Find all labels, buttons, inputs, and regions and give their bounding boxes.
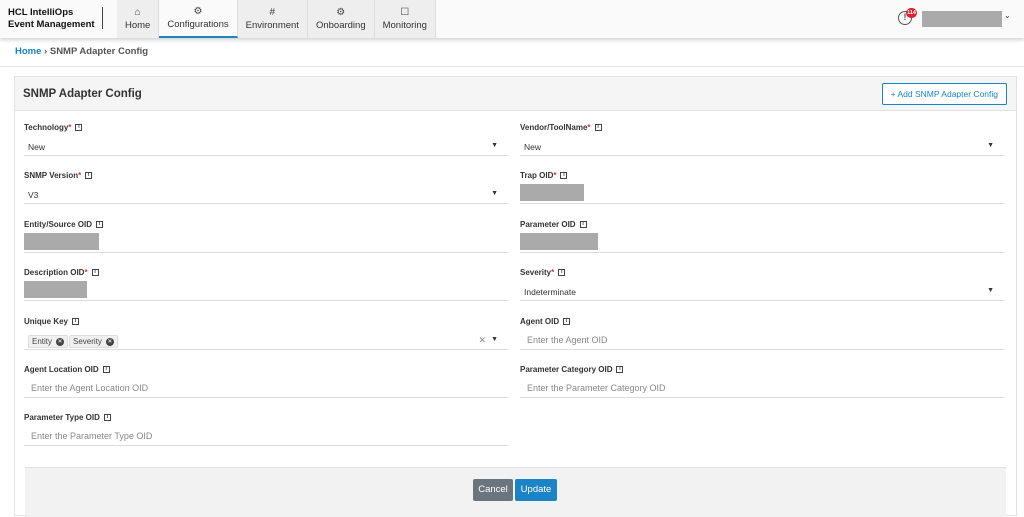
cancel-button[interactable]: Cancel (473, 479, 513, 501)
info-icon[interactable]: i (91, 269, 99, 276)
caret-down-icon: ▼ (987, 287, 994, 294)
info-icon[interactable]: i (616, 366, 624, 373)
nav-configurations[interactable]: ⚙ Configurations (159, 0, 238, 38)
agent-oid-input[interactable]: Enter the Agent OID (520, 332, 1004, 350)
caret-down-icon[interactable]: ▼ (491, 336, 498, 343)
breadcrumb-home[interactable]: Home (15, 46, 41, 57)
unique-key-field: Unique Key i Entity ✕ Severity ✕ ✕ ▼ (24, 317, 508, 357)
parameter-oid-input[interactable] (520, 233, 1004, 253)
form-footer: Cancel Update (25, 467, 1006, 517)
caret-down-icon: ▼ (491, 190, 498, 197)
parameter-category-oid-input[interactable]: Enter the Parameter Category OID (520, 380, 1004, 398)
info-icon[interactable]: i (560, 172, 568, 179)
info-icon[interactable]: i (103, 414, 111, 421)
info-icon[interactable]: i (102, 366, 110, 373)
trap-oid-input[interactable] (520, 184, 1004, 204)
vendor-field: Vendor/ToolName * i New ▼ (520, 123, 1004, 163)
page-title: SNMP Adapter Config (23, 88, 142, 100)
nav-monitoring[interactable]: ☐ Monitoring (374, 0, 436, 38)
caret-down-icon: ▼ (987, 142, 994, 149)
snmp-version-field: SNMP Version * i V3 ▼ (24, 171, 508, 211)
redacted-value (24, 233, 99, 250)
brand: HCL IntelliOps Event Management (8, 7, 95, 30)
agent-location-oid-input[interactable]: Enter the Agent Location OID (24, 380, 508, 398)
info-icon[interactable]: i (85, 172, 93, 179)
info-icon[interactable]: i (72, 318, 80, 325)
notification-badge: 114 (906, 8, 917, 18)
severity-field: Severity * i Indeterminate ▼ (520, 268, 1004, 308)
divider (0, 66, 1024, 67)
severity-select[interactable]: Indeterminate ▼ (520, 283, 1004, 301)
clear-icon[interactable]: ✕ (478, 335, 486, 346)
home-icon: ⌂ (134, 7, 141, 18)
snmp-version-select[interactable]: V3 ▼ (24, 186, 508, 204)
nav-home[interactable]: ⌂ Home (117, 0, 160, 38)
caret-down-icon: ▼ (491, 142, 498, 149)
environment-icon: # (269, 7, 276, 18)
entity-oid-field: Entity/Source OID i (24, 220, 508, 260)
config-card: SNMP Adapter Config + Add SNMP Adapter C… (14, 76, 1017, 517)
nav-onboarding[interactable]: ⚙ Onboarding (307, 0, 375, 38)
info-icon[interactable]: i (96, 221, 104, 228)
main-nav: ⌂ Home ⚙ Configurations # Environment ⚙ Onbo… (117, 0, 436, 38)
card-header: SNMP Adapter Config + Add SNMP Adapter C… (15, 77, 1016, 111)
info-icon[interactable]: i (594, 124, 602, 131)
top-bar: HCL IntelliOps Event Management ⌂ Home ⚙ Co… (0, 0, 1024, 38)
description-oid-input[interactable] (24, 281, 508, 301)
user-menu[interactable] (922, 11, 1002, 27)
unique-key-multiselect[interactable]: Entity ✕ Severity ✕ ✕ ▼ (24, 332, 508, 350)
monitoring-icon: ☐ (400, 7, 410, 18)
agent-oid-field: Agent OID i Enter the Agent OID (520, 317, 1004, 357)
configurations-icon: ⚙ (193, 6, 203, 17)
update-button[interactable]: Update (515, 479, 557, 501)
info-icon[interactable]: i (579, 221, 587, 228)
chip-severity: Severity ✕ (69, 335, 118, 348)
technology-select[interactable]: New ▼ (24, 138, 508, 156)
agent-location-oid-field: Agent Location OID i Enter the Agent Loca… (24, 365, 508, 405)
redacted-value (520, 233, 598, 250)
parameter-category-oid-field: Parameter Category OID i Enter the Parame… (520, 365, 1004, 405)
info-icon[interactable]: i (558, 269, 566, 276)
parameter-type-oid-field: Parameter Type OID i Enter the Parameter … (24, 413, 508, 453)
description-oid-field: Description OID * i (24, 268, 508, 308)
info-icon[interactable]: i (75, 124, 83, 131)
chevron-down-icon[interactable]: ⌄ (1004, 11, 1011, 20)
parameter-type-oid-input[interactable]: Enter the Parameter Type OID (24, 428, 508, 446)
parameter-oid-field: Parameter OID i (520, 220, 1004, 260)
redacted-value (24, 281, 87, 298)
divider (102, 7, 103, 29)
add-snmp-adapter-config-button[interactable]: + Add SNMP Adapter Config (881, 83, 1007, 105)
trap-oid-field: Trap OID * i (520, 171, 1004, 211)
technology-field: Technology * i New ▼ (24, 123, 508, 163)
vendor-select[interactable]: New ▼ (520, 138, 1004, 156)
breadcrumb: Home › SNMP Adapter Config (15, 46, 149, 57)
nav-environment[interactable]: # Environment (237, 0, 308, 38)
breadcrumb-current: SNMP Adapter Config (49, 46, 149, 57)
remove-chip-icon[interactable]: ✕ (105, 337, 114, 346)
chip-entity: Entity ✕ (28, 335, 69, 348)
redacted-value (520, 184, 584, 201)
entity-oid-input[interactable] (24, 233, 508, 253)
onboarding-icon: ⚙ (336, 7, 346, 18)
remove-chip-icon[interactable]: ✕ (56, 337, 65, 346)
info-icon[interactable]: i (563, 318, 571, 325)
